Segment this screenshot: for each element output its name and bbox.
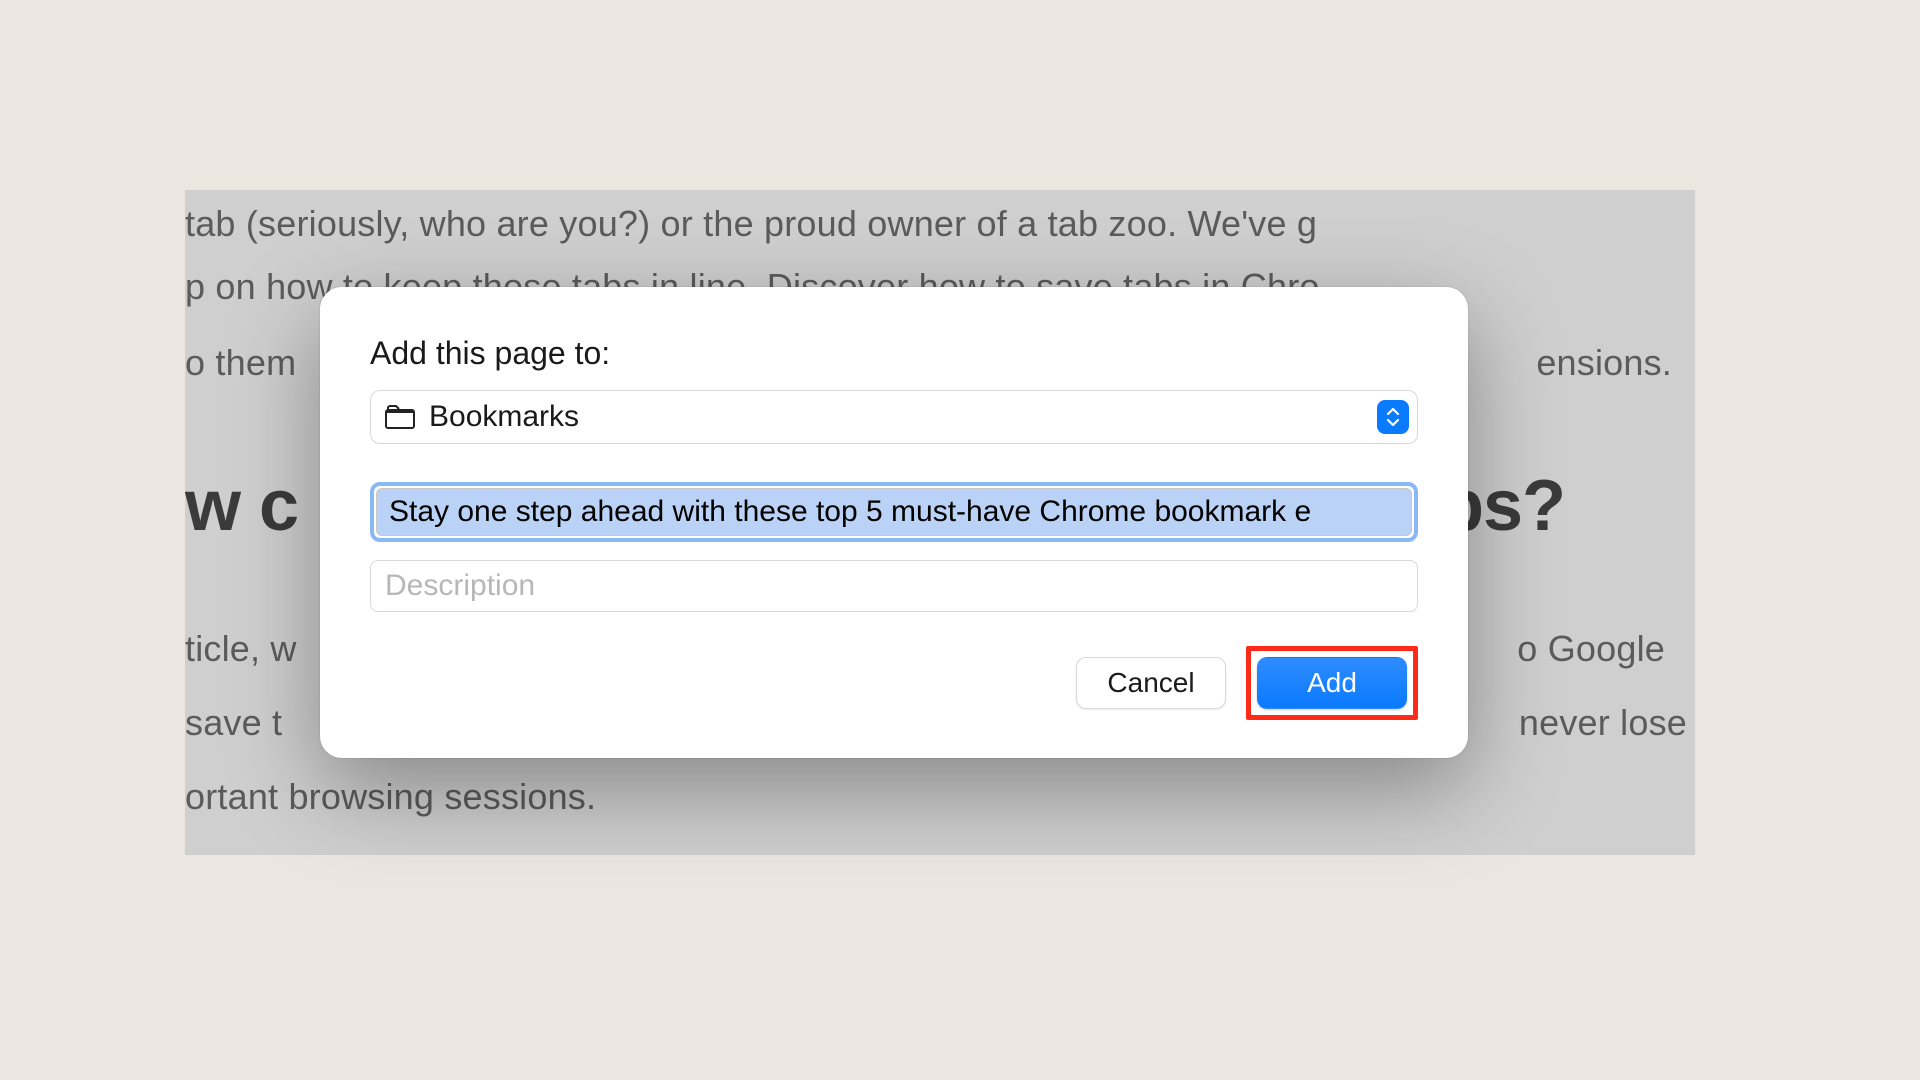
folder-select[interactable]: Bookmarks (370, 390, 1418, 444)
add-button-highlight: Add (1246, 646, 1418, 720)
chevron-up-down-icon[interactable] (1377, 400, 1409, 434)
cancel-button[interactable]: Cancel (1076, 657, 1226, 709)
bookmark-title-field-wrap (370, 482, 1418, 542)
bookmark-description-input[interactable] (370, 560, 1418, 612)
bg-text-line: o them (185, 334, 296, 392)
bg-text-line: never lose (1519, 694, 1687, 752)
bookmark-title-input[interactable] (376, 488, 1412, 536)
bg-text-line: o Google (1517, 620, 1665, 678)
bg-heading-fragment: w c (185, 465, 298, 547)
folder-select-label: Bookmarks (429, 400, 1377, 434)
add-button[interactable]: Add (1257, 657, 1407, 709)
folder-icon (385, 405, 415, 429)
bg-text-line: ensions. (1536, 334, 1672, 392)
bg-text-line: ticle, w (185, 620, 297, 678)
bg-text-line: save t (185, 694, 282, 752)
dialog-button-row: Cancel Add (370, 646, 1418, 720)
bg-text-line: ortant browsing sessions. (185, 768, 596, 826)
dialog-title: Add this page to: (370, 335, 1418, 372)
add-bookmark-dialog: Add this page to: Bookmarks Cancel Add (320, 287, 1468, 758)
bg-text-line: tab (seriously, who are you?) or the pro… (185, 195, 1317, 253)
